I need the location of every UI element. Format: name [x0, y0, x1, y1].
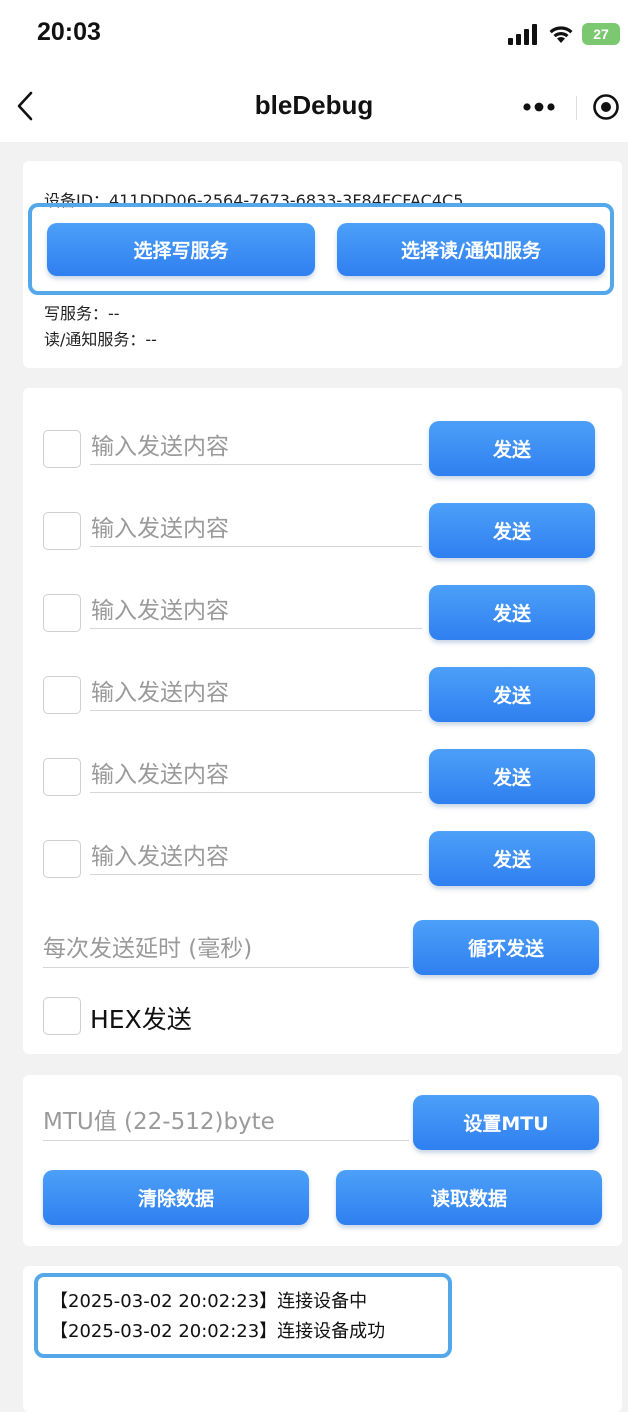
send-content-input[interactable] — [90, 757, 422, 793]
send-row: 发送 — [23, 749, 622, 805]
status-icons: 27 — [508, 20, 620, 48]
send-button[interactable]: 发送 — [429, 421, 595, 476]
send-row-checkbox[interactable] — [43, 430, 81, 468]
service-select-group: 选择写服务 选择读/通知服务 — [28, 203, 614, 295]
log-box: 【2025-03-02 20:02:23】连接设备中 【2025-03-02 2… — [34, 1273, 452, 1358]
send-row: 发送 — [23, 503, 622, 559]
capsule-divider — [576, 96, 577, 120]
send-row: 发送 — [23, 831, 622, 887]
hex-send-label: HEX发送 — [90, 1005, 192, 1034]
send-content-input[interactable] — [90, 675, 422, 711]
send-row-checkbox[interactable] — [43, 512, 81, 550]
send-content-input[interactable] — [90, 511, 422, 547]
mtu-input[interactable] — [43, 1103, 409, 1141]
more-icon[interactable] — [522, 102, 556, 112]
loop-send-button[interactable]: 循环发送 — [413, 920, 599, 975]
select-write-service-button[interactable]: 选择写服务 — [47, 223, 315, 276]
set-mtu-button[interactable]: 设置MTU — [413, 1095, 599, 1150]
status-time: 20:03 — [37, 18, 101, 46]
send-row: 发送 — [23, 421, 622, 477]
nav-bar: bleDebug — [0, 70, 628, 142]
select-read-notify-service-button[interactable]: 选择读/通知服务 — [337, 223, 605, 276]
log-card: 【2025-03-02 20:02:23】连接设备中 【2025-03-02 2… — [23, 1266, 622, 1412]
battery-level: 27 — [593, 26, 609, 42]
send-row: 发送 — [23, 667, 622, 723]
send-button[interactable]: 发送 — [429, 585, 595, 640]
hex-send-checkbox[interactable] — [43, 997, 81, 1035]
send-button[interactable]: 发送 — [429, 831, 595, 886]
status-bar: 20:03 27 — [0, 0, 628, 70]
send-card: 发送 发送 发送 发送 发送 发送 循环发送 HEX发送 — [23, 388, 622, 1054]
send-delay-input[interactable] — [43, 930, 409, 968]
send-button[interactable]: 发送 — [429, 503, 595, 558]
log-line: 【2025-03-02 20:02:23】连接设备成功 — [50, 1321, 386, 1342]
log-line: 【2025-03-02 20:02:23】连接设备中 — [50, 1291, 368, 1312]
clear-data-button[interactable]: 清除数据 — [43, 1170, 309, 1225]
mini-program-capsule — [506, 84, 628, 130]
target-icon[interactable] — [592, 93, 620, 121]
wifi-icon — [549, 26, 573, 43]
send-button[interactable]: 发送 — [429, 667, 595, 722]
send-row-checkbox[interactable] — [43, 594, 81, 632]
mtu-card: 设置MTU 清除数据 读取数据 — [23, 1075, 622, 1246]
send-content-input[interactable] — [90, 593, 422, 629]
read-data-button[interactable]: 读取数据 — [336, 1170, 602, 1225]
send-button[interactable]: 发送 — [429, 749, 595, 804]
write-service-status: 写服务：-- — [44, 304, 120, 323]
device-card: 设备ID：411DDD06-2564-7673-6833-3F84FCFAC4C… — [23, 161, 622, 368]
signal-icon — [508, 24, 537, 45]
send-content-input[interactable] — [90, 839, 422, 875]
send-row-checkbox[interactable] — [43, 676, 81, 714]
battery-charging-icon: 27 — [582, 23, 620, 45]
send-content-input[interactable] — [90, 429, 422, 465]
send-row-checkbox[interactable] — [43, 840, 81, 878]
send-row: 发送 — [23, 585, 622, 641]
send-row-checkbox[interactable] — [43, 758, 81, 796]
read-notify-service-status: 读/通知服务：-- — [44, 330, 157, 349]
